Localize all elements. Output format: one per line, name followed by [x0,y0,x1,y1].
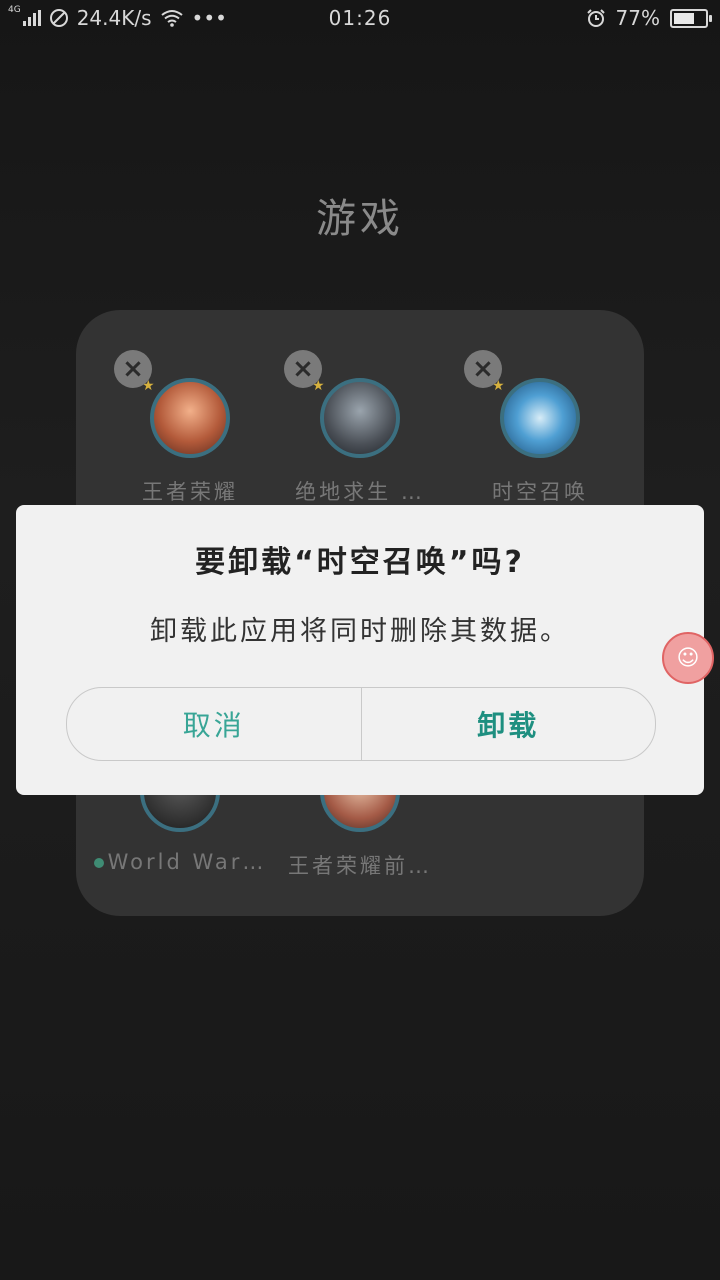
dialog-title: 要卸载“时空召唤”吗? [195,545,525,580]
uninstall-button[interactable]: 卸载 [362,688,656,760]
soldiers-icon[interactable] [320,378,400,458]
delete-app-button[interactable]: × [284,350,322,388]
cancel-button[interactable]: 取消 [67,688,362,760]
new-dot-icon [93,858,104,868]
app-label: World War… [90,850,270,874]
dialog-button-group: 取消 卸载 [66,687,656,761]
app-label: 王者荣耀 [142,480,238,504]
app-shikong[interactable]: ★ × 时空召唤 [450,318,630,504]
blue-s-logo-icon[interactable] [500,378,580,458]
app-label: 时空召唤 [492,480,588,504]
battery-icon [670,8,712,28]
battery-percent: 77% [615,6,660,30]
alarm-icon [586,9,605,27]
app-pubg[interactable]: ★ × 绝地求生 … [270,318,450,504]
folder-title[interactable]: 游戏 [0,186,720,244]
app-wangzhe[interactable]: ★ × 王者荣耀 [100,318,280,504]
dialog-message: 卸载此应用将同时删除其数据。 [150,616,570,647]
battery-fill [674,12,694,24]
floating-assist-icon[interactable]: ☺ [662,632,714,684]
uninstall-dialog: 要卸载“时空召唤”吗? 卸载此应用将同时删除其数据。 取消 卸载 [16,505,704,795]
hero-face-icon[interactable] [150,378,230,458]
status-bar: 4G 24.4K/s ••• 01:26 77% [0,0,720,36]
status-right: 77% [586,6,712,30]
app-label: 王者荣耀前… [288,854,432,878]
app-label-text: World War… [107,850,267,874]
app-label: 绝地求生 … [295,480,425,504]
delete-app-button[interactable]: × [114,350,152,388]
delete-app-button[interactable]: × [464,350,502,388]
